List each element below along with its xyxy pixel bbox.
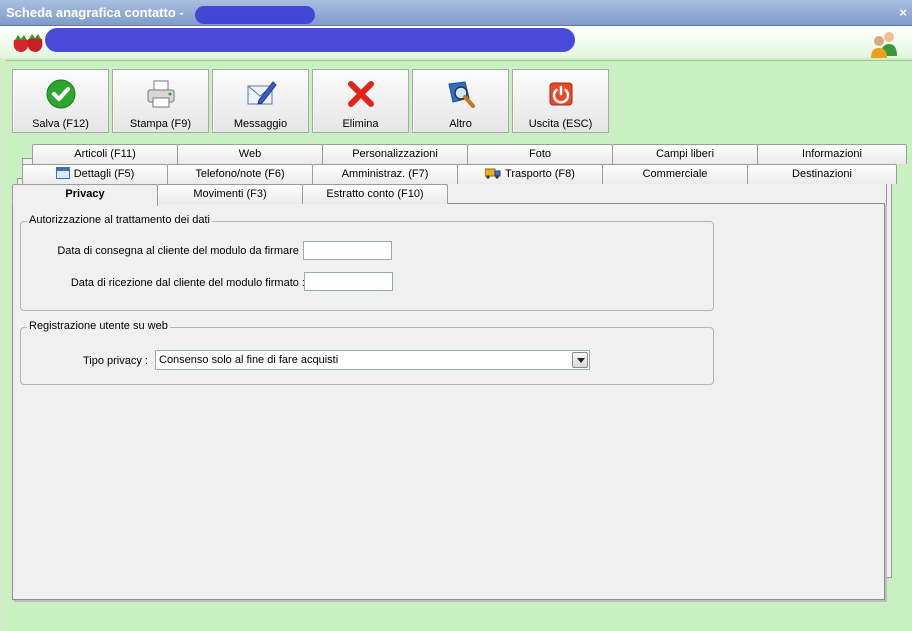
privacy-tab-page: Autorizzazione al trattamento dei dati D… (12, 203, 885, 600)
delete-icon (347, 81, 374, 107)
close-icon[interactable]: × (899, 5, 907, 20)
tab-telefono-note[interactable]: Telefono/note (F6) (167, 164, 313, 184)
delivery-date-label: Data di consegna al cliente del modulo d… (57, 245, 305, 257)
tab-trasporto[interactable]: Trasporto (F8) (457, 164, 603, 184)
message-icon (247, 81, 277, 105)
tab-foto[interactable]: Foto (467, 144, 613, 164)
tab-web[interactable]: Web (177, 144, 323, 164)
print-button[interactable]: Stampa (F9) (112, 69, 209, 133)
tab-campi-liberi[interactable]: Campi liberi (612, 144, 758, 164)
tab-destinazioni[interactable]: Destinazioni (747, 164, 897, 184)
tab-commerciale[interactable]: Commerciale (602, 164, 748, 184)
tab-trasporto-label: Trasporto (F8) (505, 168, 575, 180)
authorization-group: Autorizzazione al trattamento dei dati D… (20, 214, 714, 311)
privacy-type-value: Consenso solo al fine di fare acquisti (159, 354, 339, 366)
tab-informazioni[interactable]: Informazioni (757, 144, 907, 164)
redaction-scribble (45, 28, 575, 52)
print-button-label: Stampa (F9) (129, 118, 192, 130)
delete-button[interactable]: Elimina (312, 69, 409, 133)
exit-icon (549, 82, 572, 106)
tab-privacy[interactable]: Privacy (12, 184, 158, 206)
tab-movimenti[interactable]: Movimenti (F3) (157, 184, 303, 204)
users-icon (871, 32, 897, 58)
receipt-date-input[interactable] (304, 272, 393, 291)
web-registration-group: Registrazione utente su web Tipo privacy… (20, 320, 714, 385)
truck-icon (485, 168, 501, 179)
save-button-label: Salva (F12) (32, 118, 89, 130)
tab-personalizzazioni[interactable]: Personalizzazioni (322, 144, 468, 164)
save-button[interactable]: Salva (F12) (12, 69, 109, 133)
exit-button-label: Uscita (ESC) (528, 118, 593, 130)
web-registration-group-legend: Registrazione utente su web (27, 320, 170, 332)
exit-button[interactable]: Uscita (ESC) (512, 69, 609, 133)
strawberry-logo-icon (13, 34, 43, 52)
message-button-label: Messaggio (233, 118, 288, 130)
tab-amministrazione[interactable]: Amministraz. (F7) (312, 164, 458, 184)
tab-articoli[interactable]: Articoli (F11) (32, 144, 178, 164)
printer-icon (147, 80, 174, 108)
tab-dettagli[interactable]: Dettagli (F5) (22, 164, 168, 184)
checkmark-icon (46, 79, 75, 109)
authorization-group-legend: Autorizzazione al trattamento dei dati (27, 214, 212, 226)
title-bar: Scheda anagrafica contatto - × (0, 0, 912, 26)
privacy-type-select[interactable]: Consenso solo al fine di fare acquisti (155, 350, 590, 370)
message-button[interactable]: Messaggio (212, 69, 309, 133)
calendar-icon (55, 167, 70, 179)
more-button[interactable]: Altro (412, 69, 509, 133)
search-book-icon (447, 81, 475, 108)
window-title: Scheda anagrafica contatto - (6, 5, 184, 20)
receipt-date-label: Data di ricezione dal cliente del modulo… (70, 277, 305, 289)
delete-button-label: Elimina (342, 118, 379, 130)
tab-estratto-conto[interactable]: Estratto conto (F10) (302, 184, 448, 204)
tab-dettagli-label: Dettagli (F5) (73, 168, 135, 180)
delivery-date-input[interactable] (303, 241, 392, 260)
more-button-label: Altro (449, 118, 472, 130)
chevron-down-icon[interactable] (572, 352, 588, 368)
privacy-type-label: Tipo privacy : (82, 355, 148, 367)
redaction-scribble (195, 6, 315, 24)
